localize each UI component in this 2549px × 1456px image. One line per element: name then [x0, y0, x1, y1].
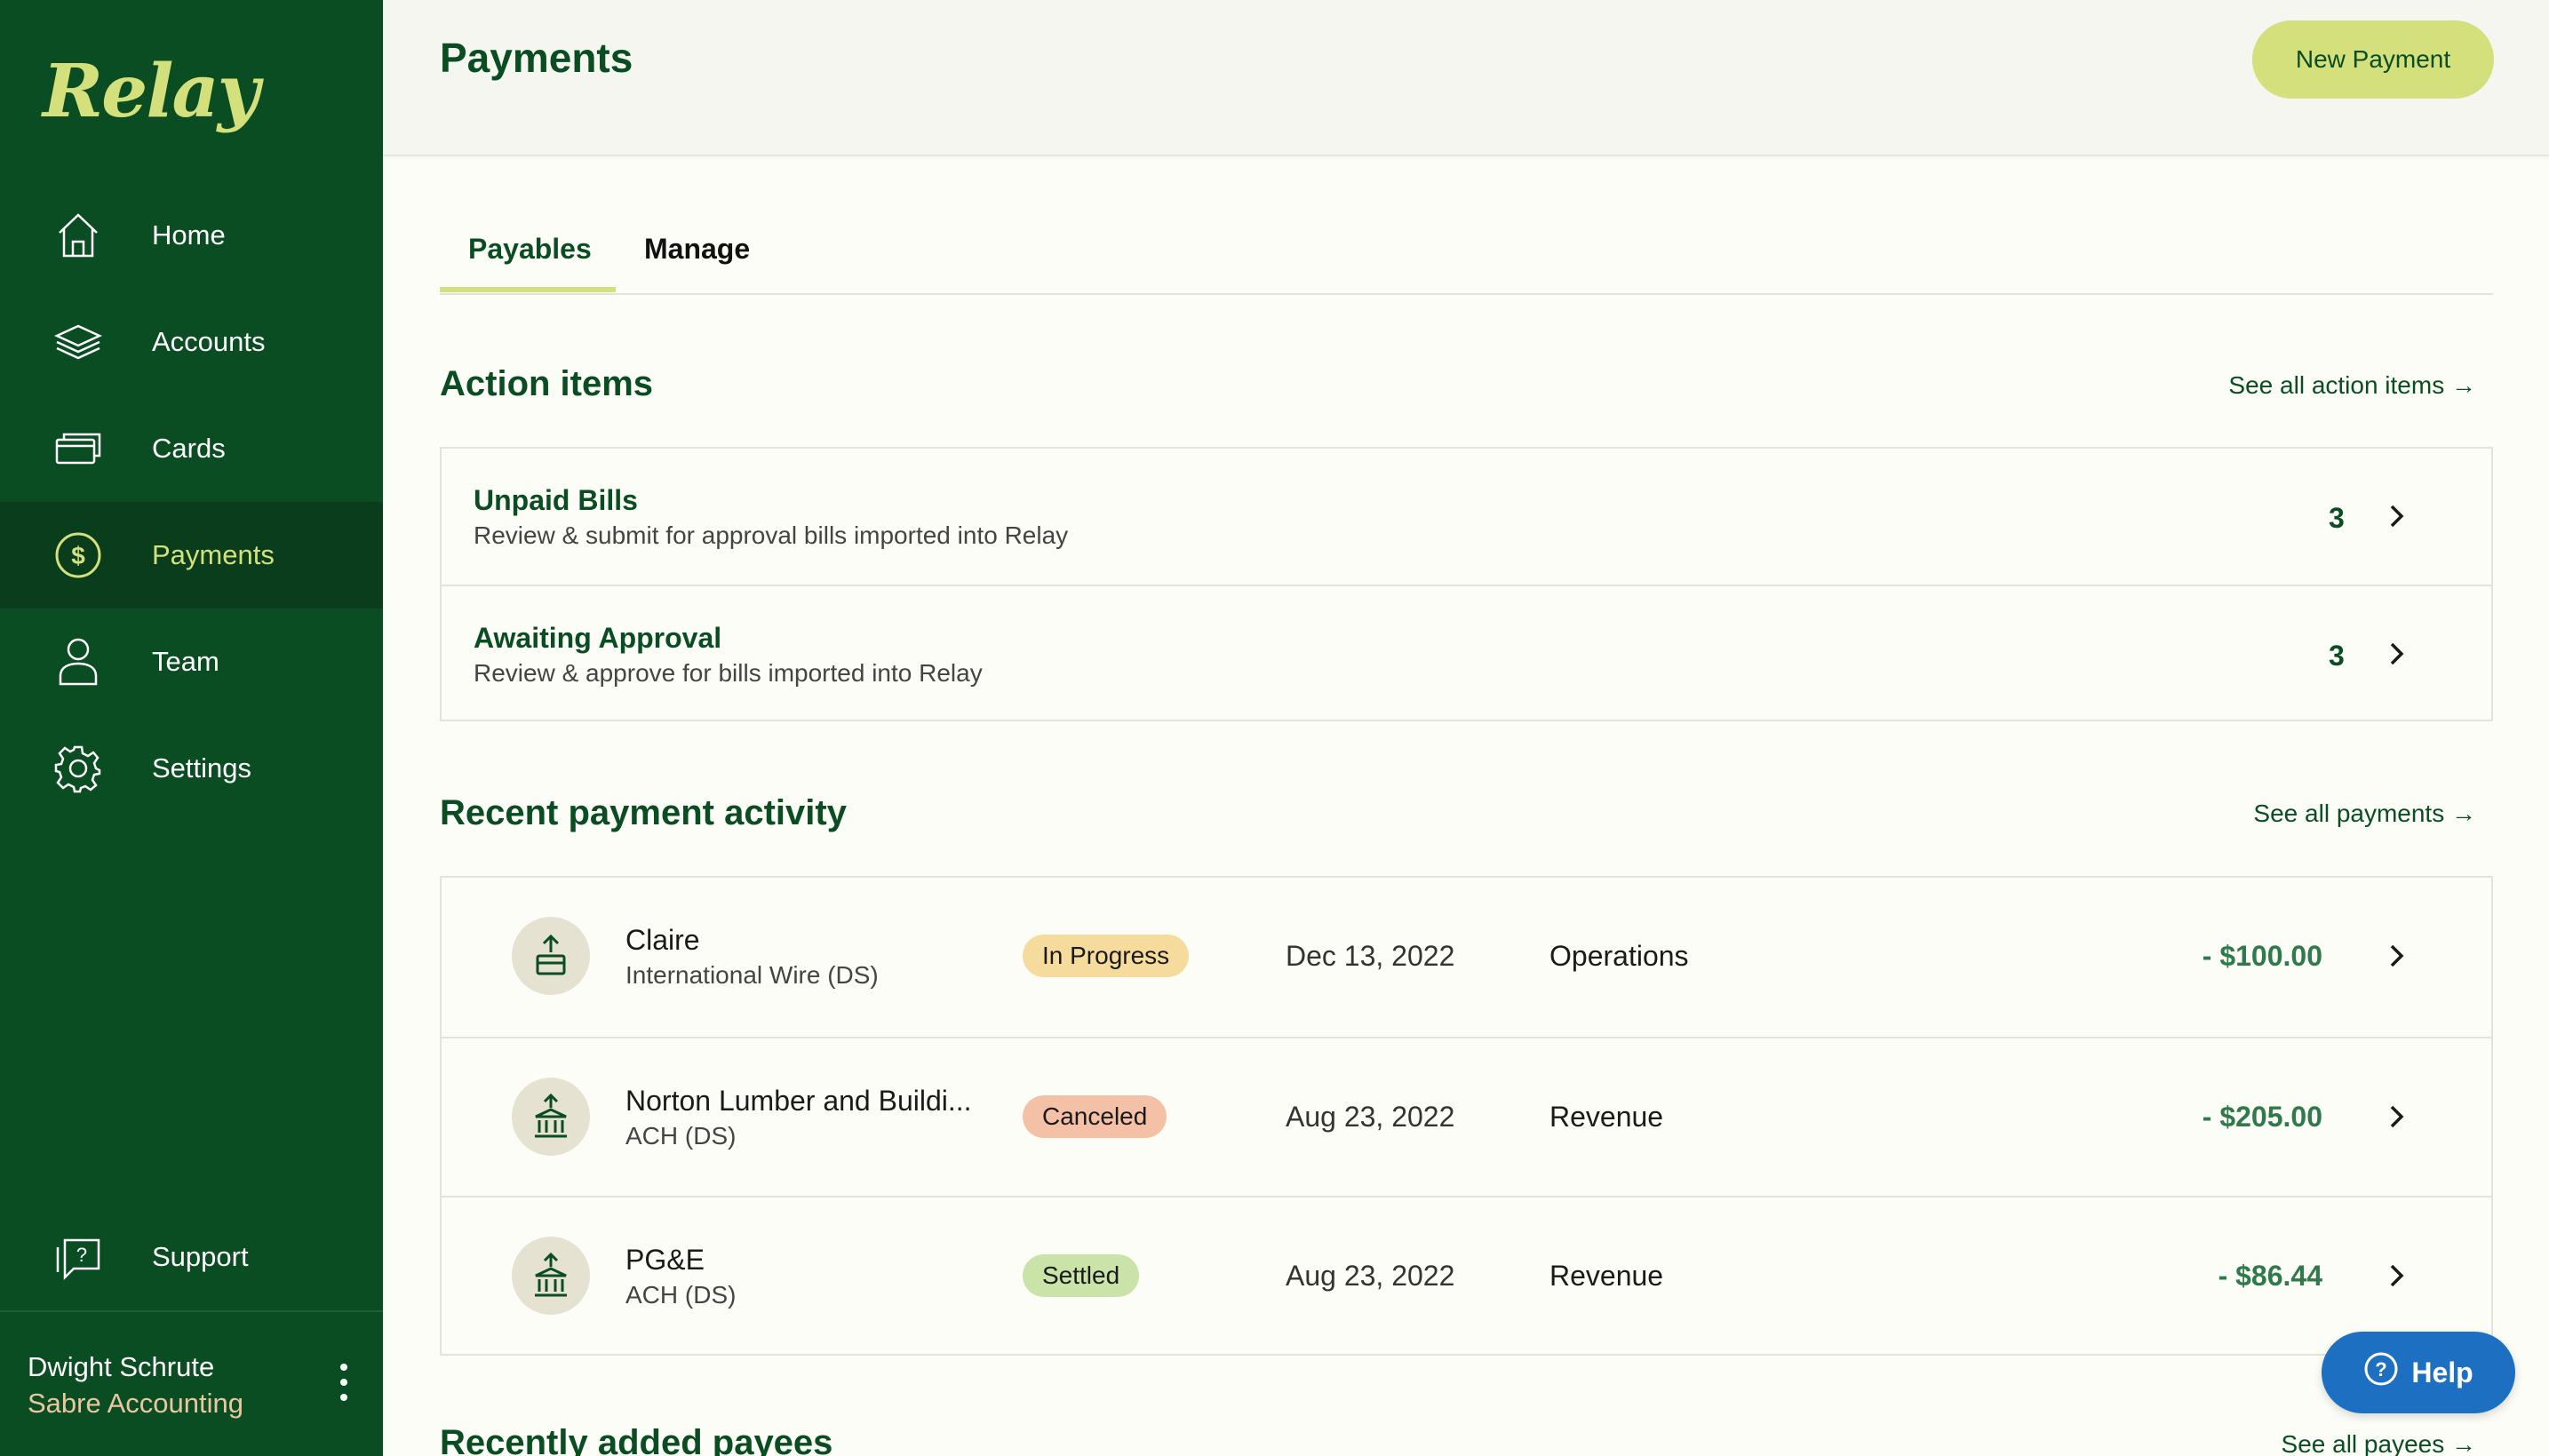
tabs: Payables Manage — [440, 226, 2493, 295]
payee-name: Claire — [625, 924, 700, 956]
payment-amount: - $205.00 — [2202, 1101, 2322, 1133]
status-badge: In Progress — [1023, 935, 1190, 977]
sidebar-item-cards[interactable]: Cards — [0, 395, 383, 502]
bank-transfer-icon — [512, 1237, 590, 1315]
payment-amount: - $86.44 — [2218, 1260, 2322, 1292]
action-item-awaiting-approval[interactable]: Awaiting Approval Review & approve for b… — [442, 585, 2491, 720]
sidebar-item-label: Cards — [152, 433, 226, 464]
payment-method: ACH (DS) — [625, 1281, 737, 1309]
user-org: Sabre Accounting — [28, 1388, 244, 1419]
action-item-title: Unpaid Bills — [474, 484, 638, 516]
page-header: Payments New Payment — [383, 0, 2549, 156]
action-item-description: Review & submit for approval bills impor… — [474, 521, 1069, 549]
sidebar-item-team[interactable]: Team — [0, 609, 383, 715]
tab-payables[interactable]: Payables — [468, 233, 592, 266]
action-item-count: 3 — [2329, 502, 2345, 534]
payment-row[interactable]: PG&E ACH (DS) Settled Aug 23, 2022 Reven… — [442, 1196, 2491, 1354]
payment-row[interactable]: Norton Lumber and Buildi... ACH (DS) Can… — [442, 1037, 2491, 1195]
payee-name: Norton Lumber and Buildi... — [625, 1085, 972, 1117]
relay-logo[interactable]: Relay — [43, 49, 259, 134]
sidebar-item-label: Support — [152, 1241, 249, 1272]
cards-icon — [52, 422, 105, 475]
person-icon — [52, 635, 105, 688]
see-all-payments-link[interactable]: See all payments → — [2253, 800, 2476, 828]
payment-date: Dec 13, 2022 — [1286, 940, 1455, 972]
payment-method: International Wire (DS) — [625, 961, 879, 989]
payee-name: PG&E — [625, 1244, 705, 1276]
recent-payees-title: Recently added payees — [440, 1423, 833, 1456]
svg-text:?: ? — [76, 1244, 87, 1266]
sidebar-item-settings[interactable]: Settings — [0, 715, 383, 822]
sidebar-item-label: Payments — [152, 539, 275, 570]
gear-icon — [52, 742, 105, 795]
home-icon — [52, 209, 105, 262]
status-badge: Canceled — [1023, 1095, 1167, 1138]
sidebar-item-payments[interactable]: $ Payments — [0, 502, 383, 609]
sidebar-item-label: Settings — [152, 752, 252, 784]
payment-account: Revenue — [1549, 1260, 1664, 1292]
help-button[interactable]: ? Help — [2322, 1332, 2515, 1413]
chevron-right-icon — [2384, 1103, 2410, 1130]
action-item-description: Review & approve for bills imported into… — [474, 659, 983, 687]
help-chat-icon: ? — [52, 1230, 105, 1284]
help-label: Help — [2411, 1356, 2473, 1388]
svg-text:$: $ — [71, 542, 85, 569]
action-item-count: 3 — [2329, 640, 2345, 672]
see-all-action-items-link[interactable]: See all action items → — [2228, 371, 2476, 400]
chevron-right-icon — [2384, 943, 2410, 969]
dollar-circle-icon: $ — [52, 529, 105, 582]
more-vertical-icon — [340, 1364, 347, 1371]
sidebar-item-label: Home — [152, 219, 226, 251]
question-circle-icon: ? — [2363, 1351, 2399, 1394]
sidebar-item-accounts[interactable]: Accounts — [0, 289, 383, 395]
see-all-payees-link[interactable]: See all payees → — [2282, 1430, 2476, 1456]
action-item-unpaid-bills[interactable]: Unpaid Bills Review & submit for approva… — [442, 449, 2491, 585]
payment-date: Aug 23, 2022 — [1286, 1260, 1455, 1292]
page-title: Payments — [440, 35, 633, 81]
chevron-right-icon — [2384, 1262, 2410, 1289]
sidebar-item-home[interactable]: Home — [0, 182, 383, 289]
action-items-card: Unpaid Bills Review & submit for approva… — [440, 447, 2493, 721]
bank-transfer-icon — [512, 1078, 590, 1156]
sidebar-divider — [0, 1310, 383, 1312]
payment-account: Operations — [1549, 940, 1689, 972]
action-item-title: Awaiting Approval — [474, 622, 722, 654]
payment-row[interactable]: Claire International Wire (DS) In Progre… — [442, 878, 2491, 1036]
new-payment-button[interactable]: New Payment — [2252, 20, 2494, 99]
payment-date: Aug 23, 2022 — [1286, 1101, 1455, 1133]
chevron-right-icon — [2384, 640, 2410, 667]
svg-text:?: ? — [2376, 1358, 2387, 1380]
recent-activity-title: Recent payment activity — [440, 793, 847, 832]
sidebar-item-label: Team — [152, 646, 219, 677]
payment-account: Revenue — [1549, 1101, 1664, 1133]
recent-payments-card: Claire International Wire (DS) In Progre… — [440, 876, 2493, 1356]
chevron-right-icon — [2384, 503, 2410, 529]
payment-method: ACH (DS) — [625, 1122, 737, 1150]
sidebar-item-label: Accounts — [152, 326, 266, 357]
sidebar-item-support[interactable]: ? Support — [0, 1204, 383, 1310]
user-name: Dwight Schrute — [28, 1351, 215, 1382]
sidebar: Relay Home Accounts Cards $ Payments Tea… — [0, 0, 383, 1456]
wire-transfer-icon — [512, 917, 590, 995]
user-menu-button[interactable] — [329, 1364, 359, 1401]
active-tab-indicator — [440, 287, 616, 292]
tab-manage[interactable]: Manage — [644, 233, 750, 266]
status-badge: Settled — [1023, 1254, 1140, 1297]
payment-amount: - $100.00 — [2202, 940, 2322, 972]
layers-icon — [52, 315, 105, 369]
action-items-title: Action items — [440, 364, 654, 403]
